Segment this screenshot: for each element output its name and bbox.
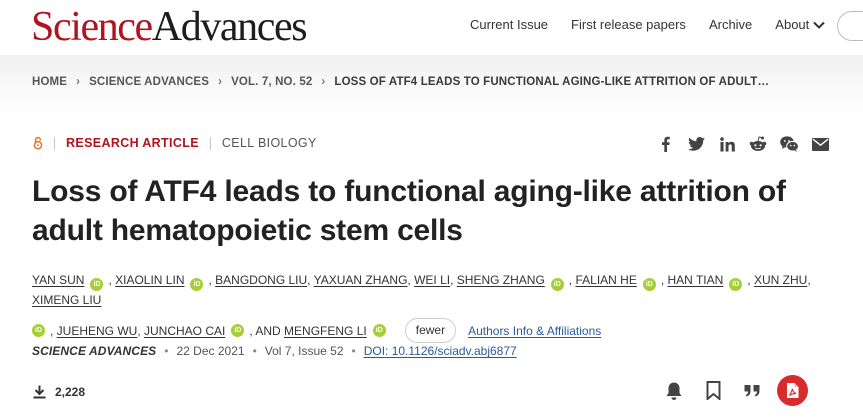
author-link[interactable]: XIMENG LIU (32, 293, 101, 307)
facebook-icon[interactable] (655, 135, 675, 153)
article-tools (662, 375, 808, 406)
nav-archive[interactable]: Archive (709, 17, 752, 32)
breadcrumb-home[interactable]: HOME (32, 76, 67, 88)
citation-separator: • (252, 344, 257, 358)
breadcrumb-current: LOSS OF ATF4 LEADS TO FUNCTIONAL AGING-L… (334, 76, 770, 88)
author-link[interactable]: WEI LI (414, 273, 450, 287)
bookmark-icon[interactable] (701, 378, 725, 404)
header-action-button[interactable] (837, 11, 863, 41)
nav-about[interactable]: About (775, 17, 825, 32)
citation-separator: • (164, 344, 169, 358)
citation-line: SCIENCE ADVANCES • 22 Dec 2021 • Vol 7, … (32, 344, 517, 358)
site-header: ScienceAdvances Current Issue First rele… (0, 0, 863, 55)
orcid-icon[interactable]: iD (190, 278, 204, 291)
logo-science: Science (31, 4, 153, 50)
orcid-icon[interactable]: iD (231, 324, 245, 337)
doi-link[interactable]: DOI: 10.1126/sciadv.abj6877 (364, 344, 517, 358)
article-type[interactable]: RESEARCH ARTICLE (66, 136, 199, 150)
open-access-icon (33, 136, 43, 150)
author-link[interactable]: MENGFENG LI (284, 322, 367, 340)
science-advances-logo[interactable]: ScienceAdvances (31, 4, 308, 50)
nav-first-release-papers[interactable]: First release papers (571, 17, 686, 32)
author-link[interactable]: JUEHENG WU (57, 322, 138, 340)
author-row-2: iD, JUEHENG WU, JUNCHAO CAI iD , AND MENG… (32, 318, 842, 343)
orcid-icon[interactable]: iD (642, 278, 656, 291)
nav-current-issue[interactable]: Current Issue (470, 17, 548, 32)
author-and: , AND (249, 323, 281, 338)
download-count: 2,228 (33, 385, 85, 399)
author-link[interactable]: FALIAN HE (575, 273, 636, 287)
bell-icon[interactable] (662, 378, 686, 404)
author-link[interactable]: YAXUAN ZHANG (314, 273, 408, 287)
meta-divider (54, 136, 55, 150)
orcid-icon[interactable]: iD (90, 278, 104, 291)
breadcrumb-science-advances[interactable]: SCIENCE ADVANCES (89, 76, 209, 88)
breadcrumb-separator: › (218, 76, 223, 88)
volume-issue[interactable]: Vol 7, Issue 52 (265, 344, 344, 358)
author-link[interactable]: YAN SUN (32, 273, 84, 287)
orcid-icon[interactable]: iD (729, 278, 743, 291)
share-bar (655, 135, 830, 153)
download-icon (33, 385, 46, 399)
email-icon[interactable] (810, 135, 830, 153)
author-row-1: YAN SUN iD, XIAOLIN LIN iD, BANGDONG LIU, … (32, 273, 811, 307)
article-title: Loss of ATF4 leads to functional aging-l… (32, 175, 786, 247)
pdf-icon[interactable] (777, 375, 808, 406)
breadcrumb-separator: › (76, 76, 81, 88)
breadcrumb-separator: › (321, 76, 326, 88)
download-count-value: 2,228 (55, 385, 86, 399)
main-nav: Current Issue First release papers Archi… (470, 17, 825, 32)
orcid-icon[interactable]: iD (372, 324, 386, 337)
author-link[interactable]: BANGDONG LIU (215, 273, 307, 287)
author-link[interactable]: XIAOLIN LIN (115, 273, 184, 287)
article-subject[interactable]: CELL BIOLOGY (222, 136, 317, 150)
journal-name[interactable]: SCIENCE ADVANCES (32, 344, 156, 358)
orcid-icon[interactable]: iD (550, 278, 564, 291)
citation-separator: • (351, 344, 356, 358)
author-list: YAN SUN iD, XIAOLIN LIN iD, BANGDONG LIU, … (32, 271, 842, 343)
fewer-authors-button[interactable]: fewer (404, 318, 457, 343)
wechat-icon[interactable] (779, 135, 799, 153)
breadcrumb: HOME › SCIENCE ADVANCES › VOL. 7, NO. 52… (32, 76, 769, 88)
author-link[interactable]: SHENG ZHANG (457, 273, 545, 287)
meta-divider (209, 136, 211, 150)
author-link[interactable]: JUNCHAO CAI (144, 322, 225, 340)
author-link[interactable]: HAN TIAN (668, 273, 724, 287)
quote-icon[interactable] (740, 378, 764, 404)
article-meta: RESEARCH ARTICLE CELL BIOLOGY (33, 136, 317, 150)
orcid-icon[interactable]: iD (32, 324, 45, 337)
author-link[interactable]: XUN ZHU (754, 273, 807, 287)
chevron-down-icon (813, 21, 825, 29)
twitter-icon[interactable] (686, 135, 706, 153)
reddit-icon[interactable] (748, 135, 768, 153)
authors-info-affiliations-link[interactable]: Authors Info & Affiliations (468, 322, 601, 340)
logo-advances: Advances (151, 4, 308, 50)
linkedin-icon[interactable] (717, 135, 737, 153)
publication-date: 22 Dec 2021 (176, 344, 245, 358)
breadcrumb-volume[interactable]: VOL. 7, NO. 52 (231, 76, 312, 88)
